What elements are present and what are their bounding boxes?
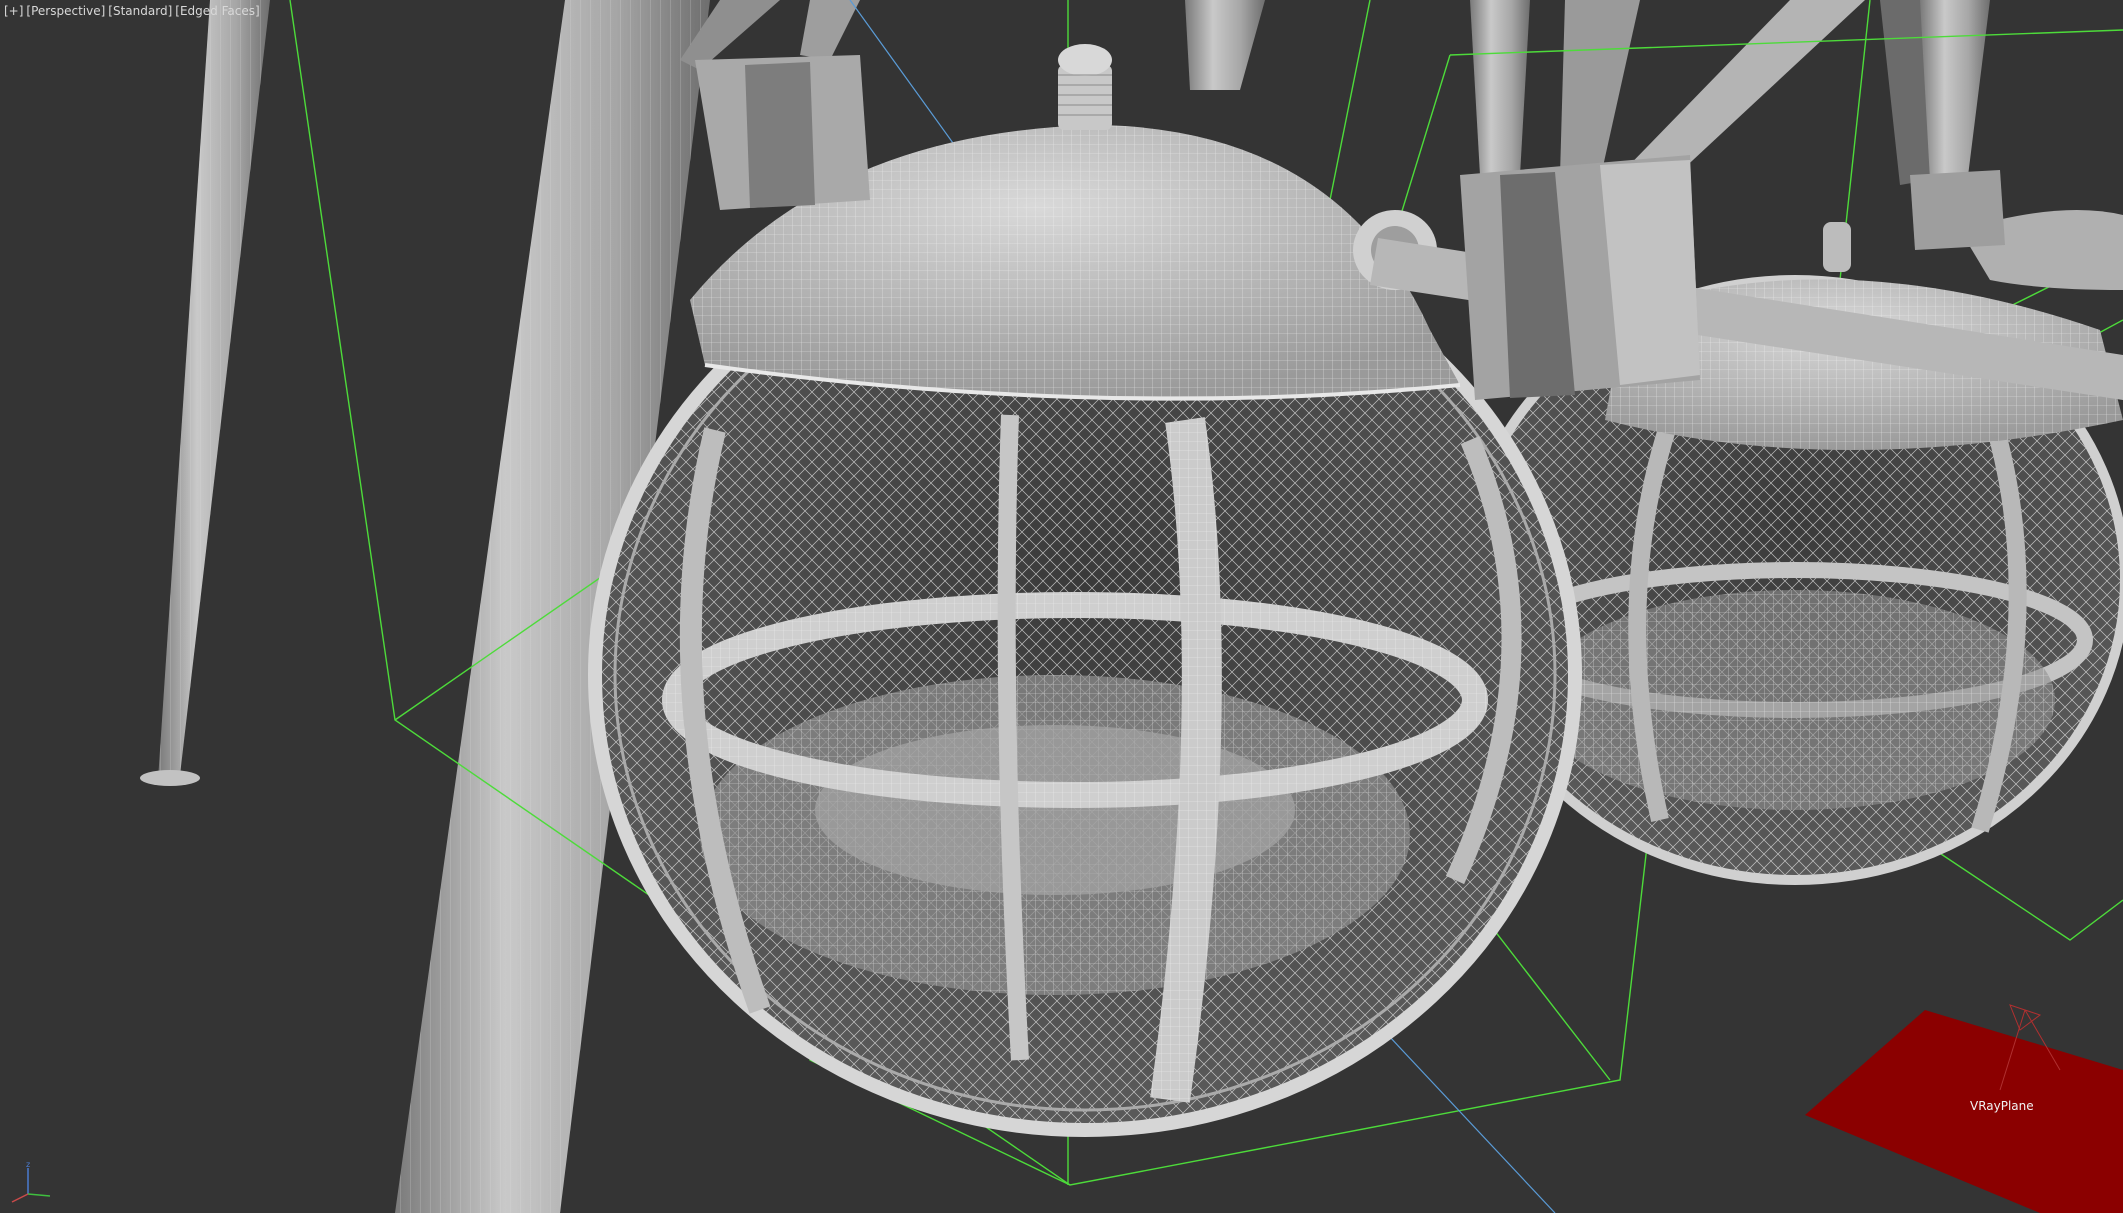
vray-plane-light[interactable] [1805,1004,2123,1213]
svg-text:z: z [26,1160,30,1169]
viewport-view-label[interactable]: [Perspective] [26,4,105,18]
vray-plane-label: VRayPlane [1970,1099,2034,1113]
viewport-display-mode-label[interactable]: [Edged Faces] [175,4,259,18]
viewport-label-bar: [+] [Perspective] [Standard] [Edged Face… [4,4,260,18]
viewport-scene[interactable] [0,0,2123,1213]
3d-viewport[interactable]: [+] [Perspective] [Standard] [Edged Face… [0,0,2123,1213]
viewport-menu-label[interactable]: [+] [4,4,23,18]
viewport-shading-label[interactable]: [Standard] [108,4,172,18]
axis-gizmo-icon: z [11,1160,51,1203]
